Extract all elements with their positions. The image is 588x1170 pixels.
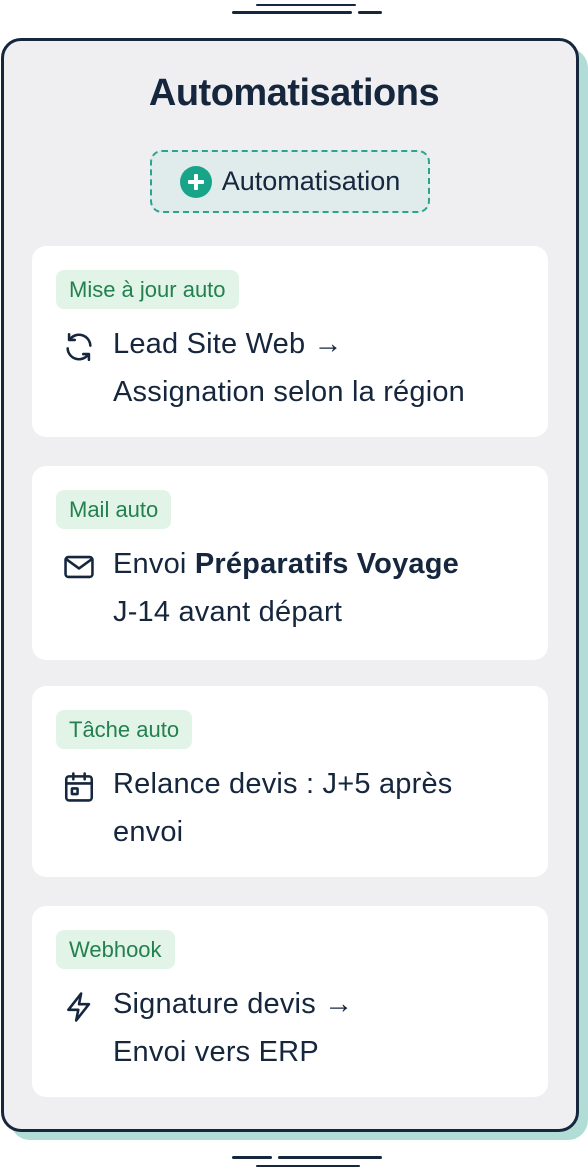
automation-card-update[interactable]: Mise à jour auto Lead Site Web → Assigna… — [32, 246, 548, 437]
automation-trigger: Relance devis : J+5 après — [113, 768, 453, 800]
automation-action: Envoi vers ERP — [113, 1036, 319, 1068]
type-badge: Mail auto — [56, 490, 172, 529]
add-automation-label: Automatisation — [221, 166, 401, 196]
automation-action: Assignation selon la région — [113, 376, 466, 408]
mail-icon — [62, 550, 96, 584]
plus-circle-icon — [179, 165, 212, 198]
automation-card-webhook[interactable]: Webhook Signature devis → Envoi vers ERP — [32, 906, 548, 1097]
email-template-name: Préparatifs Voyage — [194, 548, 459, 580]
decor-line-top-3 — [256, 4, 356, 6]
automation-trigger: Envoi Préparatifs Voyage — [113, 548, 459, 581]
automation-action: envoi — [113, 816, 184, 848]
lightning-icon — [62, 990, 96, 1024]
automation-card-task[interactable]: Tâche auto Relance devis : J+5 après env… — [32, 686, 548, 877]
automation-trigger: Signature devis → — [113, 988, 354, 1020]
decor-line-top-1 — [232, 11, 352, 14]
page-title: Automatisations — [148, 72, 440, 114]
decor-line-bottom-3 — [256, 1165, 360, 1167]
decor-line-bottom-1 — [232, 1156, 272, 1159]
refresh-icon — [62, 330, 96, 364]
type-badge: Webhook — [56, 930, 175, 969]
automation-trigger: Lead Site Web → — [113, 328, 343, 360]
calendar-icon — [62, 770, 96, 804]
add-automation-button[interactable]: Automatisation — [150, 150, 430, 213]
automation-action: J-14 avant départ — [113, 596, 343, 628]
type-badge: Mise à jour auto — [56, 270, 239, 309]
type-badge: Tâche auto — [56, 710, 193, 749]
automation-trigger-prefix: Envoi — [113, 548, 187, 580]
automation-card-mail[interactable]: Mail auto Envoi Préparatifs Voyage J-14 … — [32, 466, 548, 660]
decor-line-bottom-2 — [278, 1156, 382, 1159]
decor-line-top-2 — [358, 11, 382, 14]
